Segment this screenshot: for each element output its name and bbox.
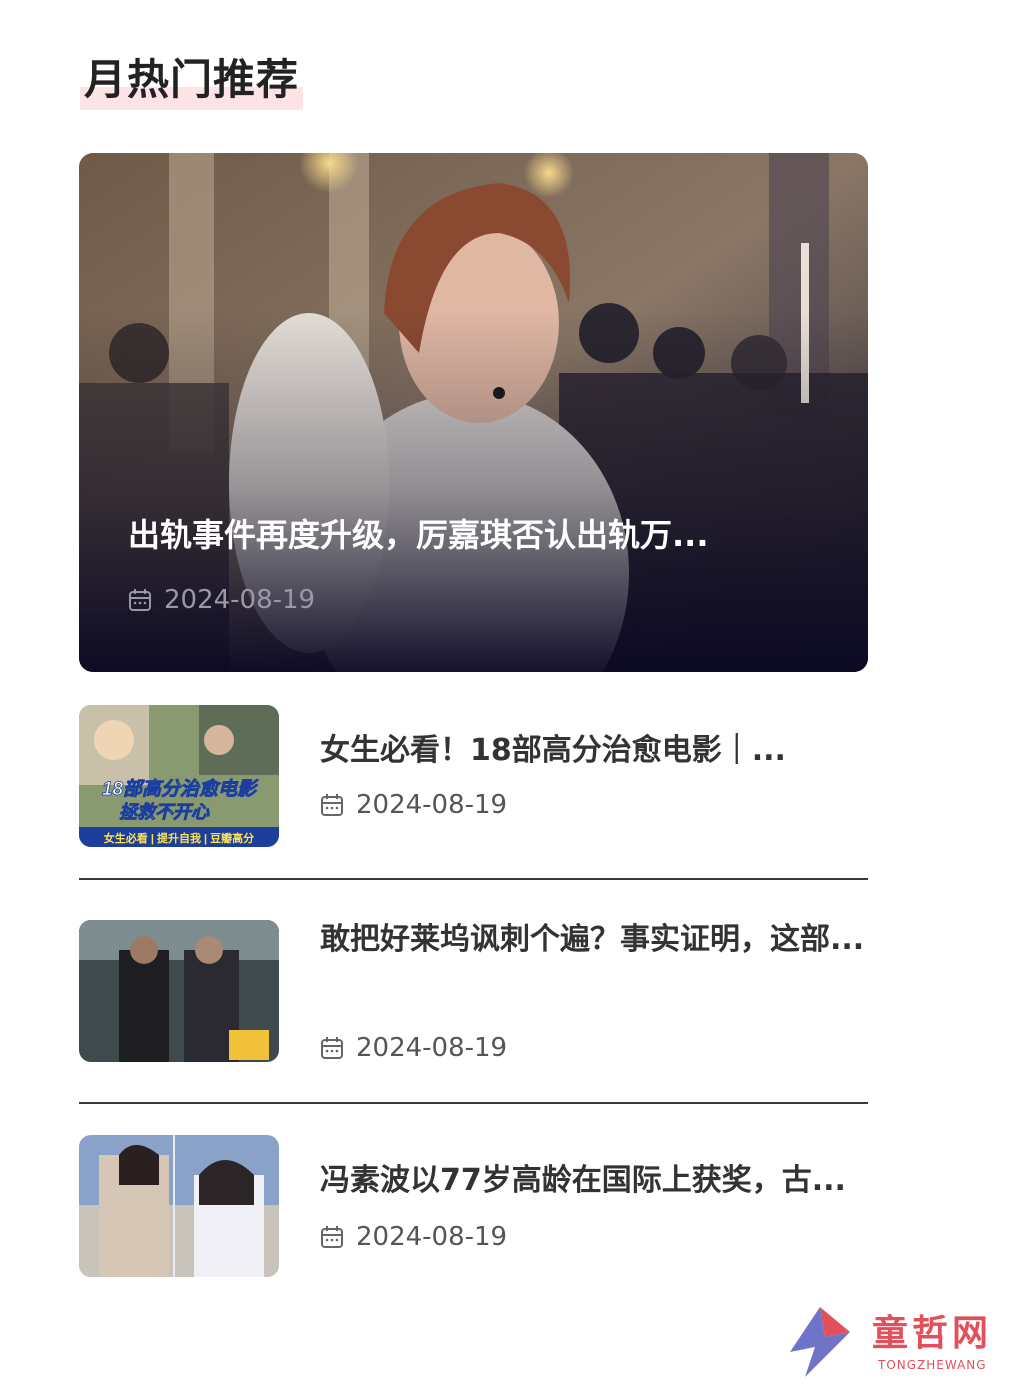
article-thumbnail[interactable] <box>79 1135 279 1277</box>
logo-subtitle: TONGZHEWANG <box>878 1358 987 1372</box>
article-thumbnail[interactable] <box>79 920 279 1062</box>
article-date: 2024-08-19 <box>320 790 507 820</box>
thumbnail-footer: 女生必看 | 提升自我 | 豆瓣高分 <box>104 831 254 845</box>
logo-name: 童哲网 <box>872 1312 993 1354</box>
section-title: 月热门推荐 <box>80 50 304 110</box>
date-text: 2024-08-19 <box>164 585 316 615</box>
calendar-icon <box>321 1037 343 1059</box>
featured-article-title[interactable]: 出轨事件再度升级，厉嘉琪否认出轨万... <box>128 510 818 556</box>
logo-mark-icon <box>790 1307 850 1377</box>
article-title[interactable]: 敢把好莱坞讽刺个遍？事实证明，这部... <box>320 914 865 966</box>
thumbnail-subcaption: 拯救不开心 <box>119 802 210 822</box>
calendar-icon <box>129 589 151 611</box>
calendar-icon <box>321 794 343 816</box>
thumbnail-caption: 18部高分治愈电影 <box>102 778 259 800</box>
date-text: 2024-08-19 <box>356 1222 508 1252</box>
featured-article-date: 2024-08-19 <box>128 585 315 615</box>
site-watermark-logo: 童哲网 TONGZHEWANG <box>780 1300 1016 1386</box>
article-thumbnail[interactable]: 18部高分治愈电影 拯救不开心 女生必看 | 提升自我 | 豆瓣高分 <box>79 705 279 847</box>
date-text: 2024-08-19 <box>356 790 508 820</box>
divider <box>79 1102 868 1104</box>
date-text: 2024-08-19 <box>356 1033 508 1063</box>
divider <box>79 878 868 880</box>
article-title[interactable]: 女生必看！18部高分治愈电影｜... <box>320 725 865 777</box>
article-title[interactable]: 冯素波以77岁高龄在国际上获奖，古... <box>320 1155 865 1207</box>
article-date: 2024-08-19 <box>320 1033 507 1063</box>
article-date: 2024-08-19 <box>320 1222 507 1252</box>
calendar-icon <box>321 1226 343 1248</box>
featured-article-card[interactable]: 出轨事件再度升级，厉嘉琪否认出轨万... 2024-08-19 <box>79 153 868 672</box>
